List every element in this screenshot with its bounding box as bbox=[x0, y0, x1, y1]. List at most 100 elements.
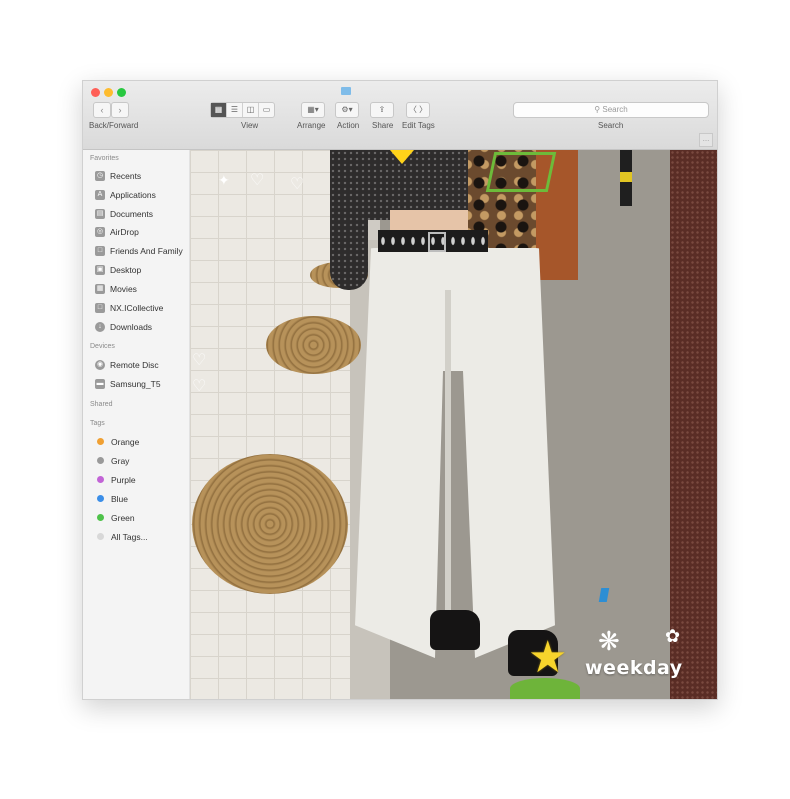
sidebar-item-samsung-t5[interactable]: ▬ Samsung_T5 bbox=[95, 376, 189, 391]
back-button[interactable]: ‹ bbox=[93, 102, 111, 118]
green-sticker-icon bbox=[485, 152, 557, 192]
downloads-icon: ↓ bbox=[95, 321, 105, 332]
share-button[interactable]: ⇪ bbox=[370, 102, 394, 118]
sidebar-item-label: AirDrop bbox=[110, 226, 139, 237]
straw-mat bbox=[192, 454, 348, 594]
list-view-icon[interactable]: ☰ bbox=[227, 103, 243, 117]
sidebar-item-documents[interactable]: ▤ Documents bbox=[95, 206, 189, 221]
search-input[interactable]: ⚲ Search bbox=[513, 102, 709, 118]
forward-button[interactable]: › bbox=[111, 102, 129, 118]
search-icon: ⚲ bbox=[594, 105, 601, 114]
search-label: Search bbox=[598, 121, 624, 130]
sidebar-item-airdrop[interactable]: ◎ AirDrop bbox=[95, 224, 189, 239]
gray-tag-icon bbox=[97, 457, 104, 464]
sidebar-item-label: Recents bbox=[110, 170, 142, 181]
devices-section-title: Devices bbox=[90, 343, 115, 350]
sidebar-item-downloads[interactable]: ↓ Downloads bbox=[95, 319, 189, 334]
icon-view-icon[interactable]: ▦ bbox=[211, 103, 227, 117]
orange-tag-icon bbox=[97, 438, 104, 445]
documents-icon: ▤ bbox=[95, 208, 105, 219]
straw-mat bbox=[266, 316, 361, 374]
movies-icon: ▦ bbox=[95, 283, 105, 294]
all-tags-icon bbox=[97, 533, 104, 540]
arrange-button[interactable]: ▦▾ bbox=[301, 102, 325, 118]
granite-pillar bbox=[670, 150, 717, 699]
sidebar-item-label: All Tags... bbox=[111, 531, 148, 542]
arrange-label: Arrange bbox=[297, 121, 326, 130]
heart-icon: ♡ bbox=[290, 176, 305, 193]
desktop-icon: ▣ bbox=[95, 264, 105, 275]
sidebar-item-remote-disc[interactable]: ◉ Remote Disc bbox=[95, 357, 189, 372]
sidebar-tag-all-tags[interactable]: All Tags... bbox=[95, 529, 189, 544]
sidebar-item-label: Desktop bbox=[110, 264, 142, 275]
leaf-icon: ✿ bbox=[665, 626, 681, 646]
share-icon: ⇪ bbox=[378, 105, 386, 114]
view-label: View bbox=[241, 121, 259, 130]
shared-section-title: Shared bbox=[90, 401, 113, 408]
gear-icon: ⚙▾ bbox=[341, 105, 353, 114]
column-view-icon[interactable]: ◫ bbox=[243, 103, 259, 117]
edit-tags-button[interactable]: 〈 〉 bbox=[406, 102, 430, 118]
arrange-icon: ▦▾ bbox=[307, 105, 319, 114]
edit-tags-label: Edit Tags bbox=[402, 121, 435, 130]
search-placeholder: Search bbox=[602, 105, 628, 114]
sidebar-tag-gray[interactable]: Gray bbox=[95, 453, 189, 468]
toolbar: ‹ › Back/Forward ▦ ☰ ◫ ▭ View ▦▾ Arrange… bbox=[83, 81, 717, 150]
favorites-section-title: Favorites bbox=[90, 155, 119, 162]
gallery-view-icon[interactable]: ▭ bbox=[259, 103, 274, 117]
action-button[interactable]: ⚙▾ bbox=[335, 102, 359, 118]
sidebar-item-label: Documents bbox=[110, 208, 153, 219]
drive-icon: ▬ bbox=[95, 378, 105, 389]
sidebar-item-label: Applications bbox=[110, 189, 156, 200]
sidebar-tag-purple[interactable]: Purple bbox=[95, 472, 189, 487]
daisy-icon: ❋ bbox=[598, 626, 620, 656]
sidebar-item-label: Orange bbox=[111, 436, 140, 447]
sidebar-item-nxicollective[interactable]: □ NX.ICollective bbox=[95, 300, 189, 315]
sidebar-item-label: Friends And Family bbox=[110, 245, 183, 256]
sidebar: Favorites ◷ Recents A Applications ▤ Doc… bbox=[83, 150, 190, 699]
sidebar-item-movies[interactable]: ▦ Movies bbox=[95, 281, 189, 296]
sidebar-item-label: Blue bbox=[111, 493, 129, 504]
yellow-post-band bbox=[620, 172, 632, 182]
sidebar-item-applications[interactable]: A Applications bbox=[95, 187, 189, 202]
sidebar-item-label: Green bbox=[111, 512, 135, 523]
folder-icon bbox=[341, 87, 351, 95]
sidebar-item-desktop[interactable]: ▣ Desktop bbox=[95, 262, 189, 277]
share-label: Share bbox=[372, 121, 394, 130]
tags-section-title: Tags bbox=[90, 420, 105, 427]
sidebar-tag-blue[interactable]: Blue bbox=[95, 491, 189, 506]
folder-icon: □ bbox=[95, 245, 105, 256]
view-segmented-control[interactable]: ▦ ☰ ◫ ▭ bbox=[210, 102, 275, 118]
minimize-window-button[interactable] bbox=[104, 88, 113, 97]
yellow-sticker-icon bbox=[390, 150, 414, 164]
heart-icon: ♡ bbox=[192, 378, 207, 395]
sparkle-icon: ✦ bbox=[218, 172, 230, 188]
sidebar-tag-green[interactable]: Green bbox=[95, 510, 189, 525]
heart-icon: ♡ bbox=[192, 352, 207, 369]
sidebar-item-label: Movies bbox=[110, 283, 137, 294]
photo-content[interactable]: ✦ ♡ ♡ ♡ ♡ ★ ❋ ✿ weekday bbox=[190, 150, 717, 699]
belt-buckle bbox=[428, 232, 446, 252]
blue-tag-icon bbox=[97, 495, 104, 502]
sidebar-item-recents[interactable]: ◷ Recents bbox=[95, 168, 189, 183]
green-tag-icon bbox=[97, 514, 104, 521]
close-window-button[interactable] bbox=[91, 88, 100, 97]
tiled-wall bbox=[190, 150, 350, 699]
sidebar-item-label: Samsung_T5 bbox=[110, 378, 161, 389]
sidebar-item-label: Downloads bbox=[110, 321, 153, 332]
action-label: Action bbox=[337, 121, 360, 130]
finder-window: ‹ › Back/Forward ▦ ☰ ◫ ▭ View ▦▾ Arrange… bbox=[82, 80, 718, 700]
sidebar-item-friends-and-family[interactable]: □ Friends And Family bbox=[95, 243, 189, 258]
purple-tag-icon bbox=[97, 476, 104, 483]
brand-watermark: weekday bbox=[585, 657, 683, 679]
folder-icon: □ bbox=[95, 302, 105, 313]
pants-seam bbox=[445, 290, 451, 620]
sidebar-item-label: Remote Disc bbox=[110, 359, 159, 370]
applications-icon: A bbox=[95, 189, 105, 200]
disc-icon: ◉ bbox=[95, 359, 105, 370]
toggle-toolbar-button[interactable]: … bbox=[699, 133, 713, 147]
sidebar-tag-orange[interactable]: Orange bbox=[95, 434, 189, 449]
maximize-window-button[interactable] bbox=[117, 88, 126, 97]
tag-icon: 〈 〉 bbox=[408, 105, 428, 114]
sidebar-item-label: Purple bbox=[111, 474, 136, 485]
